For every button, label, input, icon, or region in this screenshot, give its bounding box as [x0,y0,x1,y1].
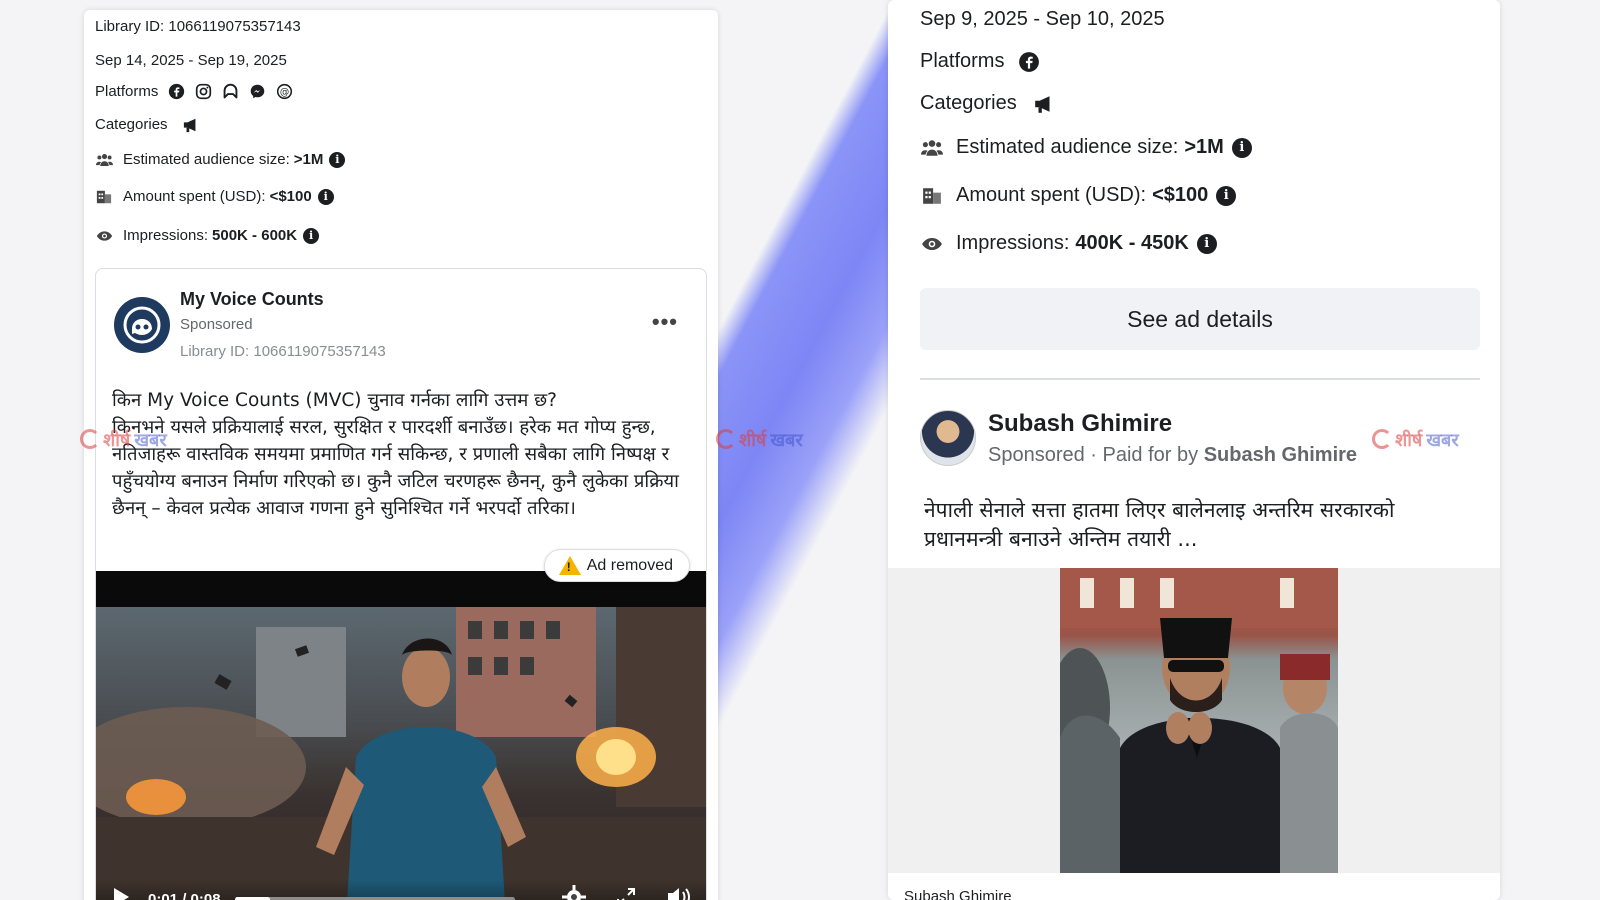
impressions-row: Impressions: 500K - 600K i [95,227,320,244]
audience-value: >1M [293,151,324,168]
avatar[interactable] [114,297,170,353]
watermark-mark-icon [1372,429,1392,449]
volume-icon[interactable] [666,886,692,900]
impressions-value: 400K - 450K [1075,232,1189,254]
ad-photo [1060,568,1338,873]
watermark-logo: शीर्ष खबर [716,428,803,452]
facebook-icon [168,83,185,100]
audience-row: Estimated audience size: >1M i [920,136,1252,159]
impressions-row: Impressions: 400K - 450K i [920,232,1217,255]
categories-label: Categories [95,116,168,133]
spent-label: Amount spent (USD): [123,188,266,205]
watermark-logo: शीर्ष खबर [1372,428,1459,452]
audience-network-icon [222,83,239,100]
platforms-row: Platforms @ [95,83,293,100]
video-frame-image [96,607,706,900]
sponsored-line: Sponsored · Paid for by Subash Ghimire [988,444,1357,467]
categories-row: Categories [920,92,1055,115]
info-icon[interactable]: i [303,227,320,244]
page-name[interactable]: My Voice Counts [180,289,324,310]
date-range: Sep 9, 2025 - Sep 10, 2025 [920,8,1165,30]
watermark-word2: खबर [770,430,803,451]
date-range: Sep 14, 2025 - Sep 19, 2025 [95,52,287,69]
info-icon[interactable]: i [1196,233,1217,254]
spent-value: <$100 [1152,184,1209,206]
megaphone-icon [182,117,200,133]
impressions-label: Impressions: [123,227,209,244]
watermark-word2: खबर [1426,430,1459,451]
audience-label: Estimated audience size: [956,136,1179,158]
sponsored-label: Sponsored [180,316,253,333]
spent-value: <$100 [269,188,312,205]
spent-row: Amount spent (USD): <$100 i [95,188,334,205]
watermark-word1: शीर्ष [1395,430,1423,451]
watermark-word2: खबर [134,430,167,451]
ad-library-id: Library ID: 1066119075357143 [180,343,386,360]
eye-icon [95,230,113,242]
threads-icon: @ [276,83,293,100]
video-player[interactable]: 0:01 / 0:08 [96,607,706,900]
video-time: 0:01 / 0:08 [148,890,221,900]
video-controls: 0:01 / 0:08 [96,879,706,900]
spent-row: Amount spent (USD): <$100 i [920,184,1237,207]
watermark-word1: शीर्ष [103,430,131,451]
settings-gear-icon[interactable] [562,884,586,900]
footer-page-name: Subash Ghimire [904,888,1012,900]
people-icon [95,153,113,167]
paid-for-by-label: · Paid for by [1084,444,1204,466]
megaphone-icon [1033,94,1055,114]
ad-preview: My Voice Counts Sponsored Library ID: 10… [95,268,707,900]
info-icon[interactable]: i [317,188,334,205]
ad-body-text: किन My Voice Counts (MVC) चुनाव गर्नका ल… [112,390,679,519]
watermark-logo: शीर्ष खबर [80,428,167,452]
watermark-mark-icon [716,429,736,449]
page-name[interactable]: Subash Ghimire [988,410,1172,438]
more-options-button[interactable]: ••• [652,309,678,335]
ad-image-container [888,568,1500,873]
watermark-mark-icon [80,429,100,449]
messenger-icon [249,83,266,100]
audience-value: >1M [1184,136,1224,158]
see-ad-details-button[interactable]: See ad details [920,288,1480,350]
ad-image[interactable] [1060,568,1338,873]
ad-library-card-left: Library ID: 1066119075357143 Sep 14, 202… [84,10,718,900]
avatar[interactable] [920,410,976,466]
svg-text:@: @ [280,87,289,98]
impressions-label: Impressions: [956,232,1070,254]
spent-label: Amount spent (USD): [956,184,1147,206]
sponsored-label: Sponsored [988,444,1085,466]
video-progress-bar[interactable] [234,896,515,900]
warning-icon [558,556,581,575]
fullscreen-icon[interactable] [616,887,636,900]
impressions-value: 500K - 600K [212,227,298,244]
audience-row: Estimated audience size: >1M i [95,151,346,168]
platforms-label: Platforms [920,50,1005,72]
instagram-icon [195,83,212,100]
facebook-icon [1018,51,1040,73]
ad-removed-label: Ad removed [586,556,673,574]
video-progress-fill [234,896,270,900]
categories-row: Categories [95,116,200,133]
audience-label: Estimated audience size: [123,151,290,168]
info-icon[interactable]: i [329,151,346,168]
ad-removed-badge: Ad removed [543,549,690,582]
play-icon[interactable] [112,887,130,900]
info-icon[interactable]: i [1231,137,1252,158]
divider [920,378,1480,380]
platforms-row: Platforms [920,50,1040,73]
eye-icon [920,237,944,251]
watermark-word1: शीर्ष [739,430,767,451]
platforms-label: Platforms [95,83,159,100]
info-icon[interactable]: i [1216,185,1237,206]
categories-label: Categories [920,92,1017,114]
ad-body-text: नेपाली सेनाले सत्ता हातमा लिएर बालेनलाइ … [924,498,1395,551]
library-id: Library ID: 1066119075357143 [95,18,301,35]
money-icon [95,189,113,205]
money-icon [920,186,944,206]
paid-for-by-name[interactable]: Subash Ghimire [1204,444,1357,466]
people-icon [920,139,944,157]
